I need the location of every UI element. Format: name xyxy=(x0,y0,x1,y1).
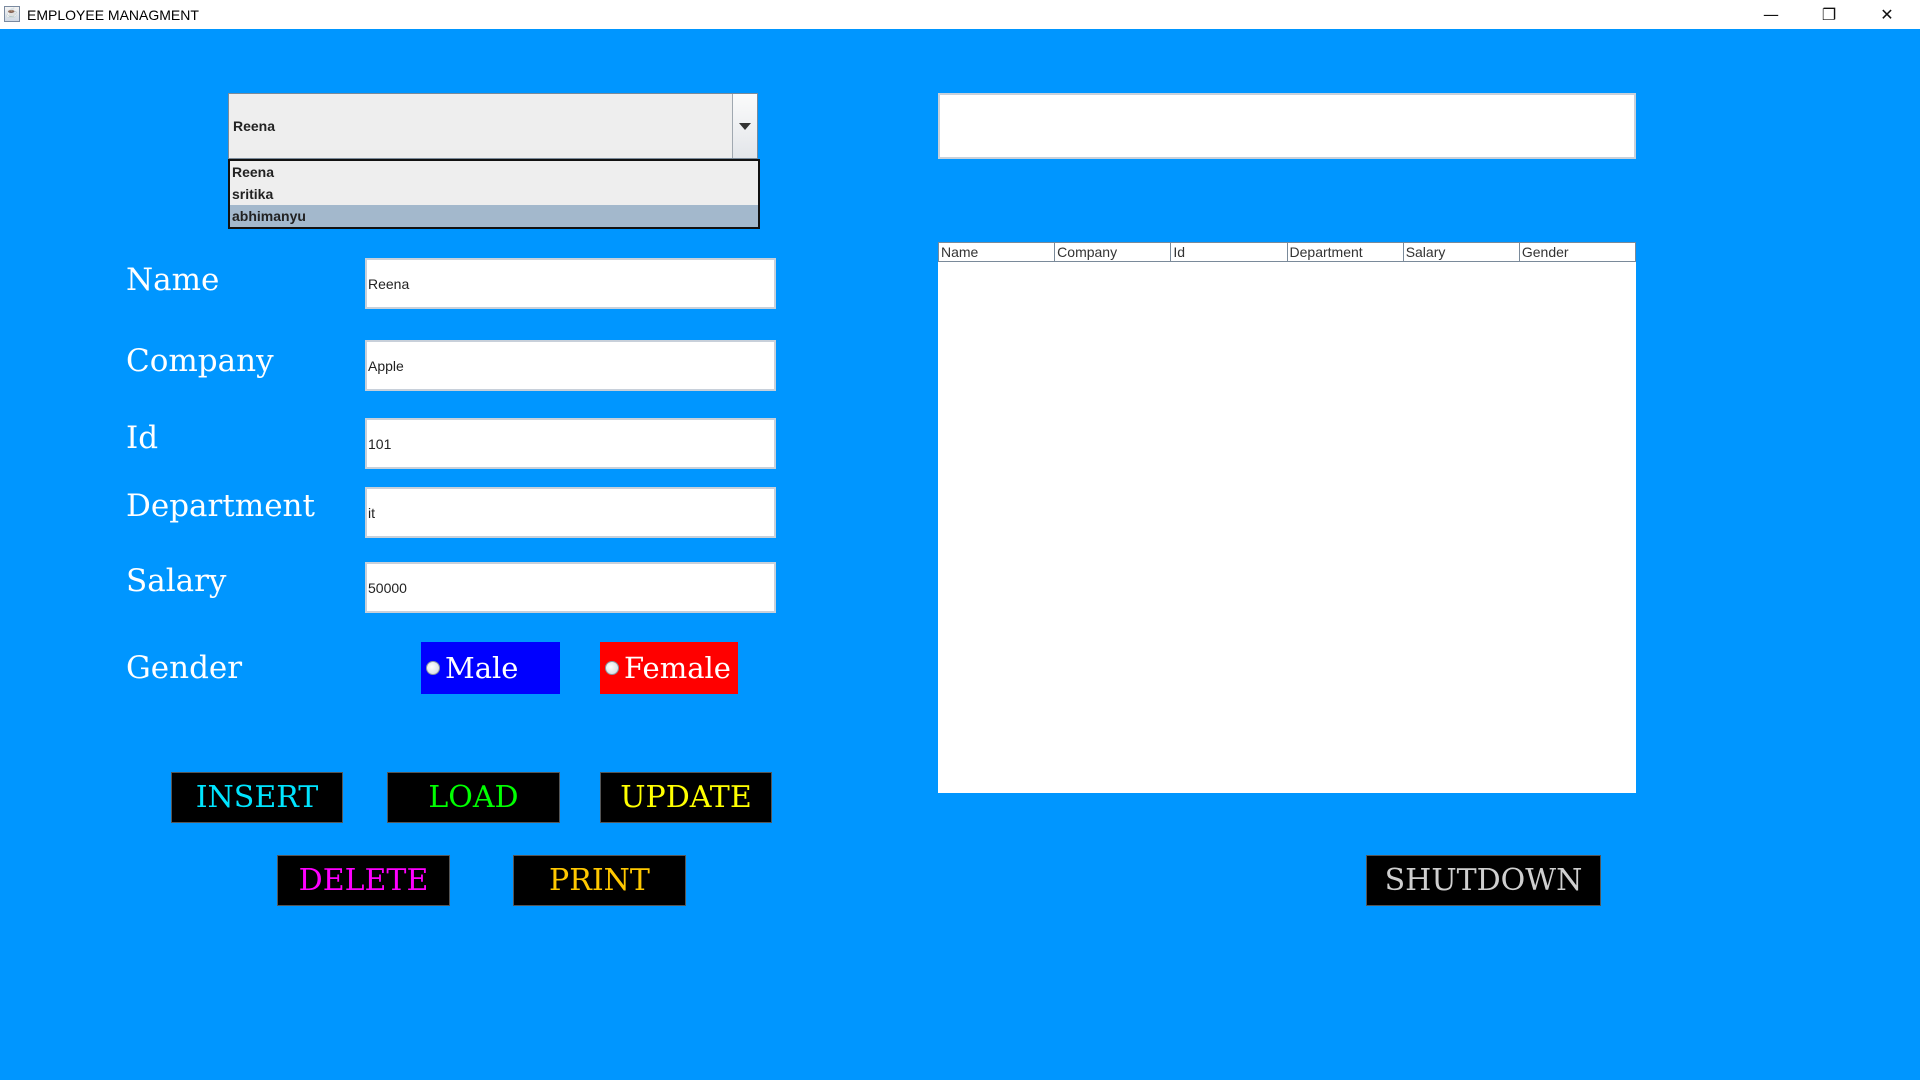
update-button[interactable]: UPDATE xyxy=(600,772,772,823)
search-field[interactable] xyxy=(938,93,1636,159)
window-title: EMPLOYEE MANAGMENT xyxy=(27,7,199,23)
combo-option-sritika[interactable]: sritika xyxy=(230,183,758,205)
id-field[interactable] xyxy=(365,418,776,469)
column-header-department[interactable]: Department xyxy=(1287,243,1404,261)
combo-selected-value: Reena xyxy=(233,118,276,134)
male-label: Male xyxy=(445,651,519,685)
department-field[interactable] xyxy=(365,487,776,538)
table-header: Name Company Id Department Salary Gender xyxy=(938,242,1636,262)
name-label: Name xyxy=(126,262,220,298)
radio-dot-icon xyxy=(605,661,619,675)
gender-label: Gender xyxy=(126,650,243,686)
radio-dot-icon xyxy=(426,661,440,675)
shutdown-button[interactable]: SHUTDOWN xyxy=(1366,855,1601,906)
combo-option-reena[interactable]: Reena xyxy=(230,161,758,183)
print-button[interactable]: PRINT xyxy=(513,855,686,906)
employee-management-window: ☕ EMPLOYEE MANAGMENT — ❐ ✕ Reena Reena s… xyxy=(0,0,1920,1080)
department-label: Department xyxy=(126,488,315,524)
id-label: Id xyxy=(126,420,159,456)
salary-field[interactable] xyxy=(365,562,776,613)
column-header-name[interactable]: Name xyxy=(939,243,1056,261)
male-radio[interactable]: Male xyxy=(421,642,560,694)
java-app-icon: ☕ xyxy=(4,6,20,22)
chevron-down-icon xyxy=(739,122,751,130)
combo-option-abhimanyu[interactable]: abhimanyu xyxy=(230,205,758,227)
employee-table[interactable]: Name Company Id Department Salary Gender xyxy=(938,242,1636,793)
name-field[interactable] xyxy=(365,258,776,309)
salary-label: Salary xyxy=(126,563,227,599)
female-radio[interactable]: Female xyxy=(600,642,738,694)
company-field[interactable] xyxy=(365,340,776,391)
column-header-salary[interactable]: Salary xyxy=(1403,243,1520,261)
column-header-gender[interactable]: Gender xyxy=(1519,243,1636,261)
title-bar: ☕ EMPLOYEE MANAGMENT — ❐ ✕ xyxy=(0,0,1920,29)
minimize-button[interactable]: — xyxy=(1742,0,1800,29)
combo-dropdown-button[interactable] xyxy=(732,94,757,158)
column-header-id[interactable]: Id xyxy=(1171,243,1288,261)
delete-button[interactable]: DELETE xyxy=(277,855,450,906)
combo-dropdown-list: Reena sritika abhimanyu xyxy=(228,159,760,229)
restore-button[interactable]: ❐ xyxy=(1800,0,1858,29)
close-button[interactable]: ✕ xyxy=(1858,0,1916,29)
female-label: Female xyxy=(624,651,731,685)
load-button[interactable]: LOAD xyxy=(387,772,560,823)
company-label: Company xyxy=(126,343,274,379)
employee-combo[interactable]: Reena xyxy=(228,93,758,159)
column-header-company[interactable]: Company xyxy=(1055,243,1172,261)
insert-button[interactable]: INSERT xyxy=(171,772,343,823)
